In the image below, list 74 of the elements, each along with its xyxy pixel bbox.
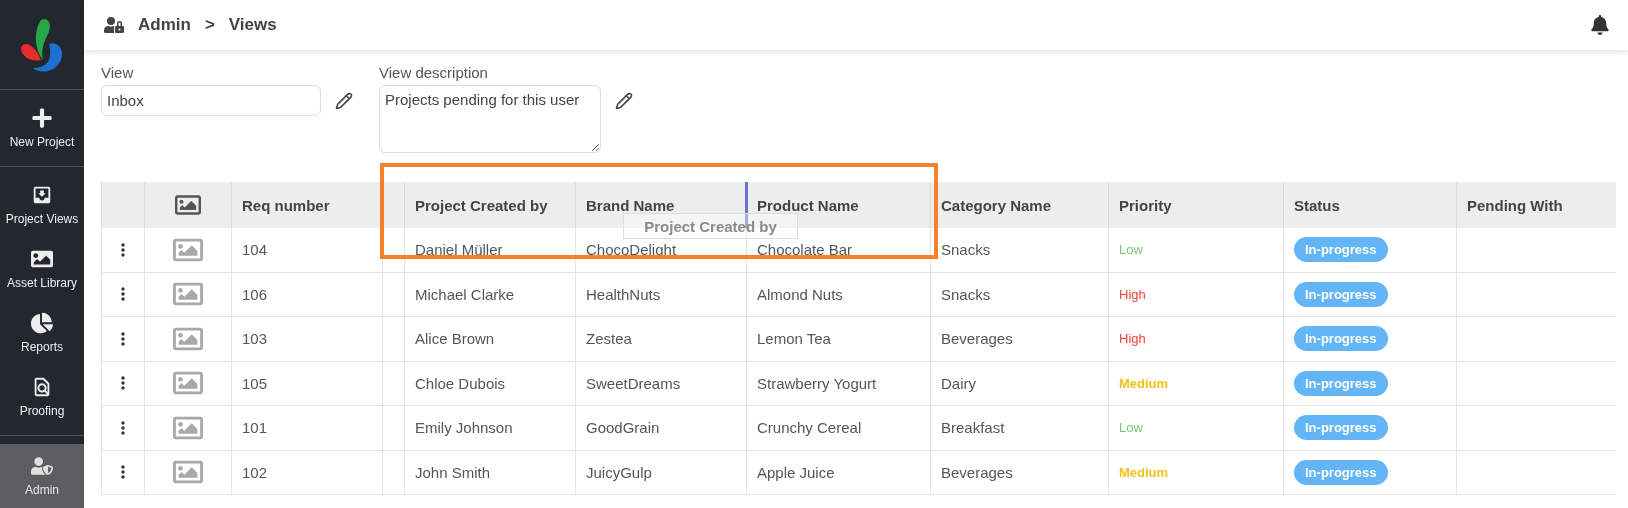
sidebar-item[interactable]: Project Views: [0, 173, 84, 237]
table-cell: Strawberry Yogurt: [746, 361, 930, 406]
table-cell: [382, 317, 404, 362]
table-cell: [382, 272, 404, 317]
breadcrumb-separator: >: [204, 15, 215, 35]
table-cell: 104: [231, 228, 382, 273]
status-badge: In-progress: [1294, 370, 1388, 396]
column-header[interactable]: Priority: [1108, 182, 1283, 228]
image-icon: [31, 248, 53, 270]
inbox-icon: [31, 184, 53, 206]
pie-chart-icon: [31, 312, 53, 334]
user-shield-icon: [31, 455, 53, 477]
table-cell: Michael Clarke: [404, 272, 575, 317]
table-cell: HealthNuts: [575, 272, 746, 317]
table-cell: Zestea: [575, 317, 746, 362]
table-cell: [382, 361, 404, 406]
table-cell: Dairy: [930, 361, 1108, 406]
table-cell: John Smith: [404, 450, 575, 495]
column-header[interactable]: Req number: [231, 182, 382, 228]
table-cell: Emily Johnson: [404, 406, 575, 451]
edit-icon[interactable]: [335, 92, 353, 110]
status-badge: In-progress: [1294, 415, 1388, 441]
status-badge: In-progress: [1294, 237, 1388, 263]
table-cell: Almond Nuts: [746, 272, 930, 317]
column-header[interactable]: Project Created by: [404, 182, 575, 228]
table-cell: Chloe Dubois: [404, 361, 575, 406]
priority-label: Medium: [1119, 375, 1169, 391]
column-header[interactable]: Status: [1283, 182, 1456, 228]
status-badge: In-progress: [1294, 326, 1388, 352]
status-badge: In-progress: [1294, 281, 1388, 307]
table-cell: [382, 406, 404, 451]
table-cell: 101: [231, 406, 382, 451]
table-cell: Apple Juice: [746, 450, 930, 495]
table-cell: Beverages: [930, 450, 1108, 495]
table-cell: Breakfast: [930, 406, 1108, 451]
column-header[interactable]: Pending With: [1456, 182, 1616, 228]
sidebar-item[interactable]: New Project: [0, 96, 84, 160]
breadcrumb-item[interactable]: Views: [228, 15, 277, 35]
priority-label: Low: [1119, 242, 1143, 258]
field-label: View description: [379, 64, 489, 81]
status-badge: In-progress: [1294, 459, 1388, 485]
table-cell: Daniel Müller: [404, 228, 575, 273]
priority-label: High: [1119, 286, 1146, 302]
view-name-field[interactable]: Inbox: [101, 85, 321, 116]
user-lock-icon: [104, 15, 124, 35]
table-cell: Snacks: [930, 228, 1108, 273]
table-cell: 105: [231, 361, 382, 406]
sidebar-item[interactable]: Admin: [0, 444, 84, 508]
table-cell: Alice Brown: [404, 317, 575, 362]
table-cell: Crunchy Cereal: [746, 406, 930, 451]
edit-icon[interactable]: [615, 92, 633, 110]
table-cell: GoodGrain: [575, 406, 746, 451]
table-cell: 102: [231, 450, 382, 495]
sidebar-item[interactable]: Asset Library: [0, 237, 84, 301]
table-cell: [382, 450, 404, 495]
view-description-field[interactable]: Projects pending for this user: [379, 85, 601, 153]
plus-icon: [31, 107, 53, 129]
priority-label: Medium: [1119, 464, 1169, 480]
notification-bell-icon[interactable]: [1590, 15, 1610, 35]
priority-label: High: [1119, 331, 1146, 347]
field-label: View: [101, 64, 135, 81]
table-cell: 106: [231, 272, 382, 317]
table-cell: Snacks: [930, 272, 1108, 317]
table-cell: Beverages: [930, 317, 1108, 362]
image-column-icon: [175, 192, 201, 218]
priority-label: Low: [1119, 420, 1143, 436]
table-cell: Lemon Tea: [746, 317, 930, 362]
column-header[interactable]: Category Name: [930, 182, 1108, 228]
sidebar-item[interactable]: Proofing: [0, 365, 84, 429]
table-cell: JuicyGulp: [575, 450, 746, 495]
table-cell: 103: [231, 317, 382, 362]
breadcrumb-item[interactable]: Admin: [138, 15, 191, 35]
table-cell: SweetDreams: [575, 361, 746, 406]
sidebar-item[interactable]: Reports: [0, 301, 84, 365]
